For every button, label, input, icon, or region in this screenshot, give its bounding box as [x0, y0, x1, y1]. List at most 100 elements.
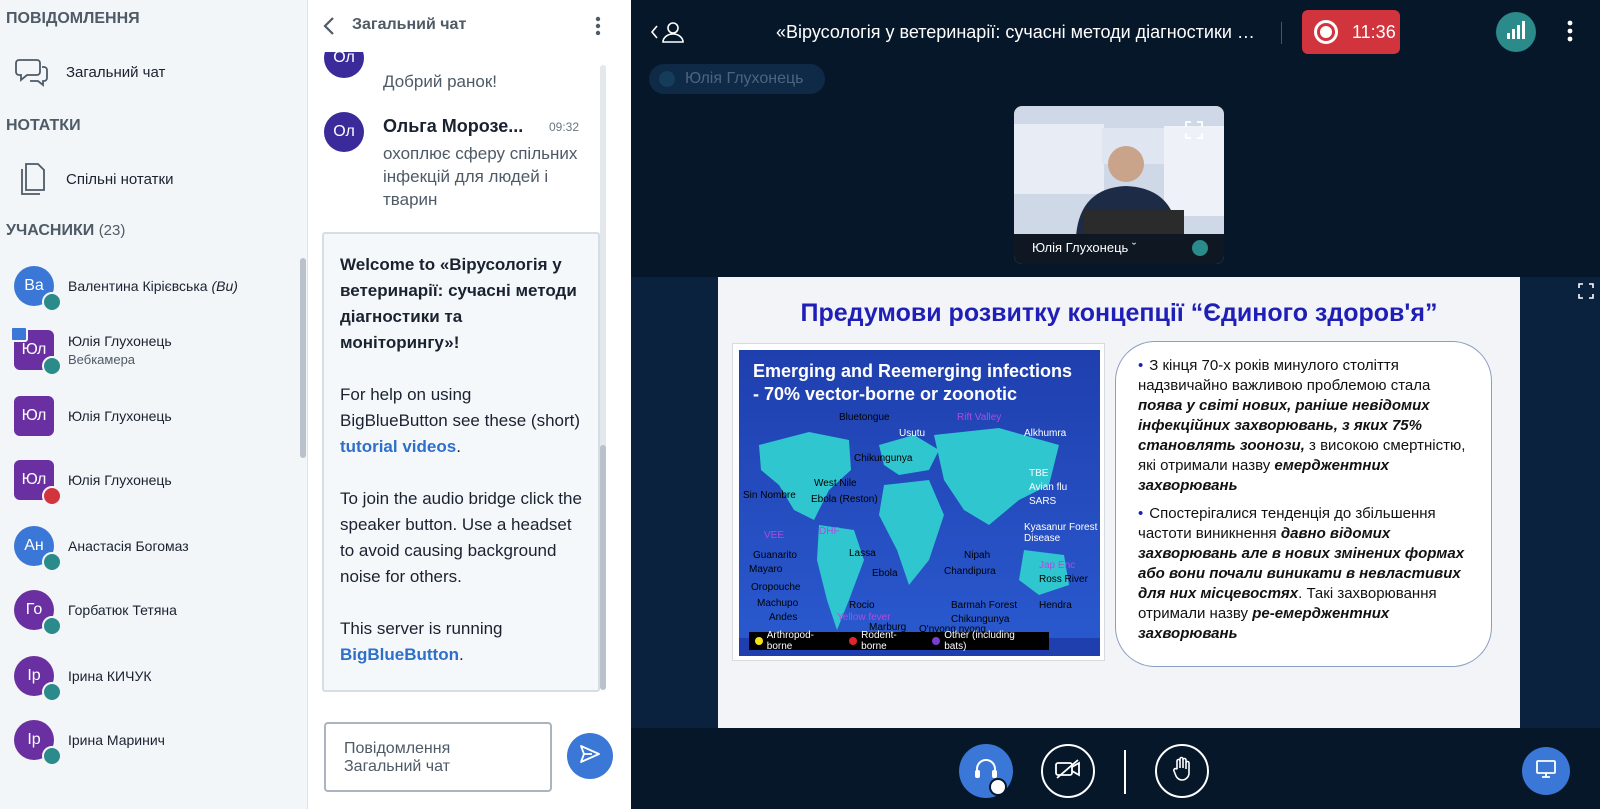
server-text: This server is running	[340, 619, 503, 638]
participants-title: УЧАСНИКИ	[6, 222, 95, 239]
participant-item[interactable]: Го Горбатюк Тетяна	[14, 582, 294, 638]
avatar-initials: Ан	[24, 537, 44, 554]
chat-options-icon[interactable]	[595, 16, 601, 36]
map-title: Emerging and Reemerging infections - 70%…	[753, 361, 1073, 404]
audio-options-caret[interactable]	[989, 778, 1007, 796]
presentation-slide[interactable]: Предумови розвитку концепції “Єдиного зд…	[718, 277, 1520, 728]
talking-indicator[interactable]: Юлія Глухонець	[649, 64, 825, 94]
bigbluebutton-link[interactable]: BigBlueButton	[340, 645, 459, 664]
avatar-initials: Ір	[27, 667, 41, 684]
participant-name: Ірина Маринич	[68, 732, 165, 748]
slide-title: Предумови розвитку концепції “Єдиного зд…	[800, 299, 1438, 327]
participant-name: Юлія Глухонець	[68, 472, 172, 488]
map-label: Ross River	[1039, 574, 1088, 585]
signal-bars-icon	[1506, 20, 1526, 44]
chat-scrollbar-thumb[interactable]	[600, 445, 606, 690]
chevron-left-icon[interactable]	[320, 14, 340, 38]
participants-section-title: УЧАСНИКИ (23)	[6, 222, 125, 240]
headset-icon	[42, 292, 62, 312]
shared-notes-nav-item[interactable]: Спільні нотатки	[14, 157, 284, 201]
map-label: Kyasanur Forest Disease	[1024, 522, 1098, 544]
fullscreen-icon[interactable]	[1184, 120, 1204, 140]
presentation-toggle-button[interactable]	[1522, 747, 1570, 795]
legend-swatch	[932, 637, 941, 645]
chat-message: Ол Добрий ранок!	[324, 52, 604, 98]
fullscreen-icon[interactable]	[1577, 282, 1595, 300]
map-label: Nipah	[964, 550, 991, 561]
legend-label: Rodent-borne	[861, 630, 897, 652]
raise-hand-button[interactable]	[1155, 744, 1209, 798]
action-bar-divider	[1124, 750, 1126, 794]
bbb-app: ПОВІДОМЛЕННЯ Загальний чат НОТАТКИ Спіль…	[0, 0, 1600, 809]
message-text: Добрий ранок!	[383, 72, 497, 91]
map-label: Chikungunya	[854, 453, 913, 464]
recording-indicator[interactable]: 11:36	[1302, 10, 1400, 54]
options-menu-icon[interactable]	[1567, 20, 1573, 42]
avatar: Ол	[324, 52, 364, 78]
participant-status: Вебкамера	[68, 352, 136, 367]
notes-section-title: НОТАТКИ	[6, 117, 81, 134]
map-label: Ebola (Reston)	[811, 494, 878, 505]
webcam-video[interactable]: Юлія Глухонець ˇ	[1014, 106, 1224, 264]
talking-dot-icon	[659, 71, 675, 87]
map-label: Oropouche	[751, 582, 801, 593]
monitor-icon	[1535, 759, 1557, 784]
tutorial-videos-link[interactable]: tutorial videos	[340, 437, 456, 456]
public-chat-label: Загальний чат	[66, 63, 166, 81]
participant-name-block: Ірина Маринич	[68, 732, 165, 748]
avatar: Юл	[14, 396, 54, 436]
chat-scrollbar[interactable]	[600, 65, 606, 690]
participants-count: (23)	[98, 222, 126, 239]
legend-label: Arthropod-borne	[766, 630, 815, 652]
connection-status-button[interactable]	[1496, 12, 1536, 52]
user-list-scrollbar[interactable]	[300, 258, 306, 458]
muted-microphone-icon	[42, 486, 62, 506]
participant-name: Анастасія Богомаз	[68, 538, 189, 554]
chat-message-input[interactable]: Повідомлення Загальний чат	[324, 722, 552, 792]
welcome-suffix: !	[453, 333, 460, 352]
you-suffix: (Ви)	[211, 278, 238, 294]
chat-messages: Ол Добрий ранок! Ол Ольга Морозе... 09:3…	[308, 52, 631, 692]
participant-name-block: Юлія Глухонець	[68, 408, 172, 424]
share-webcam-button[interactable]	[1041, 744, 1095, 798]
legend-item: Other (including bats)	[932, 630, 1037, 652]
participant-item[interactable]: Юл Юлія Глухонець	[14, 452, 294, 508]
record-icon	[1314, 20, 1338, 44]
map-label: Avian flu	[1029, 482, 1068, 493]
bullet-2: • Спостерігалися тенденція до збільшення …	[1138, 504, 1471, 644]
map-label: Hendra	[1039, 600, 1072, 611]
participant-item[interactable]: Ір Ірина КИЧУК	[14, 648, 294, 704]
help-text-end: .	[456, 437, 461, 456]
map-label: Mayaro	[749, 564, 783, 575]
notes-icon	[14, 161, 50, 197]
avatar: Ір	[14, 656, 62, 702]
user-list-panel: ПОВІДОМЛЕННЯ Загальний чат НОТАТКИ Спіль…	[0, 0, 308, 809]
participant-item[interactable]: Юл Юлія Глухонець	[14, 388, 294, 444]
map-label: Jap Enc	[1039, 560, 1076, 571]
map-label: DHF	[819, 526, 840, 537]
map-label: Usutu	[899, 428, 926, 439]
legend-swatch	[849, 637, 858, 645]
world-map-figure: Emerging and Reemerging infections - 70%…	[732, 343, 1105, 661]
webcam-user-name: Юлія Глухонець ˇ	[1032, 240, 1137, 255]
participant-item[interactable]: Ір Ірина Маринич	[14, 712, 294, 768]
map-label: Alkhumra	[1024, 428, 1067, 439]
messages-section-title: ПОВІДОМЛЕННЯ	[6, 10, 140, 27]
avatar: Го	[14, 590, 62, 636]
avatar: Ва	[14, 266, 62, 312]
participant-item[interactable]: Ан Анастасія Богомаз	[14, 518, 294, 574]
participant-item[interactable]: Ва Валентина Кірієвська (Ви)	[14, 258, 294, 314]
avatar: Ан	[14, 526, 62, 572]
avatar: Ол	[324, 112, 364, 152]
presenter-icon	[10, 326, 28, 342]
hand-icon	[1171, 756, 1193, 787]
avatar-initials: Ва	[24, 277, 44, 294]
map-label: West Nile	[814, 478, 857, 489]
participant-item[interactable]: Юл Юлія Глухонець Вебкамера	[10, 322, 294, 378]
microphone-icon	[42, 356, 62, 376]
toggle-userlist-button[interactable]	[649, 20, 689, 44]
avatar-initials: Ол	[333, 52, 355, 66]
send-message-button[interactable]	[567, 733, 613, 779]
headset-icon	[42, 616, 62, 636]
public-chat-nav-item[interactable]: Загальний чат	[14, 50, 284, 94]
